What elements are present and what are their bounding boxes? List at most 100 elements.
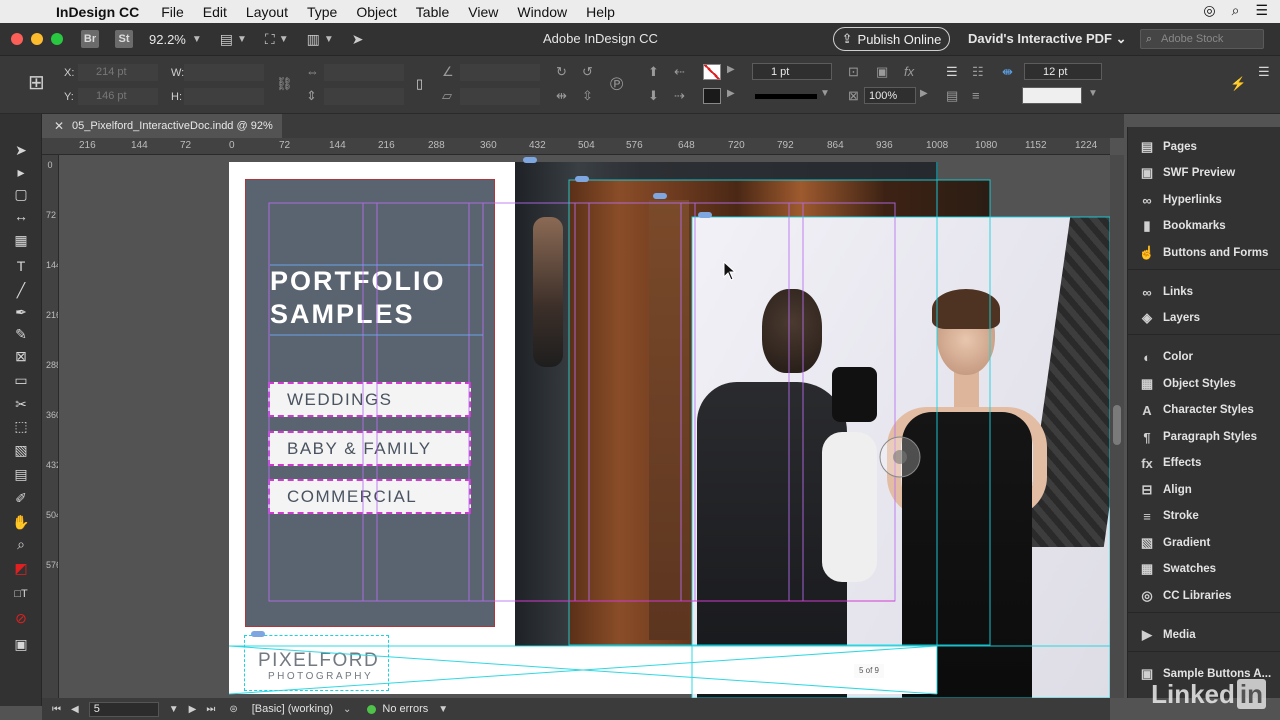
preflight-status[interactable]: No errors — [382, 703, 428, 715]
spacing-icon[interactable]: ⇼ — [1002, 64, 1013, 80]
flip-vertical-icon[interactable]: ⇳ — [582, 88, 593, 104]
type-on-path-icon[interactable]: ℗ — [610, 74, 623, 95]
menu-window[interactable]: Window — [517, 4, 567, 20]
weddings-button[interactable]: WEDDINGS — [268, 382, 471, 417]
rotation-angle-icon[interactable]: ∠ — [442, 64, 454, 80]
opacity-icon[interactable]: ⊠ — [848, 88, 859, 104]
fill-stroke-swatch-icon[interactable]: ◩ — [11, 558, 31, 578]
menu-object[interactable]: Object — [356, 4, 396, 20]
flip-horizontal-icon[interactable]: ⇹ — [556, 88, 567, 104]
style-field[interactable] — [1022, 87, 1082, 104]
panel-hyperlinks[interactable]: ∞ Hyperlinks — [1128, 187, 1280, 213]
stroke-type-preview[interactable] — [755, 94, 817, 99]
commercial-button[interactable]: COMMERCIAL — [268, 479, 471, 514]
menu-view[interactable]: View — [468, 4, 498, 20]
scissors-tool-icon[interactable]: ✂ — [11, 394, 31, 414]
notification-list-icon[interactable]: ☰ — [1255, 2, 1268, 19]
x-position-field[interactable]: 214 pt — [78, 64, 158, 81]
quick-apply-icon[interactable]: ⚡ — [1230, 76, 1246, 92]
panel-object-styles[interactable]: ▦ Object Styles — [1128, 371, 1280, 397]
stroke-weight-field[interactable]: 1 pt — [752, 63, 832, 80]
app-menu[interactable]: InDesign CC — [56, 4, 139, 20]
panel-gradient[interactable]: ▧ Gradient — [1128, 530, 1280, 556]
select-next-icon[interactable]: ⇢ — [674, 88, 685, 104]
constrain-proportions-icon[interactable]: ⛓ — [276, 76, 293, 92]
zoom-level-field[interactable]: 92.2% — [149, 32, 186, 47]
pixelford-logo[interactable]: PIXELFORD PHOTOGRAPHY — [244, 635, 389, 691]
bridge-button[interactable]: Br — [81, 30, 99, 48]
panel-media[interactable]: ▶ Media — [1128, 622, 1280, 648]
rotate-cw-icon[interactable]: ↻ — [556, 64, 567, 80]
fill-dropdown-icon[interactable]: ▶ — [727, 64, 735, 75]
scale-x-icon[interactable]: ⇔ — [306, 64, 319, 79]
close-tab-icon[interactable]: ✕ — [54, 114, 64, 138]
screen-mode-tool-icon[interactable]: ▣ — [11, 634, 31, 654]
horizontal-ruler[interactable]: 216 144 72 0 72 144 216 288 360 432 504 576 648 720 79… — [42, 138, 1110, 155]
stroke-type-dropdown-icon[interactable]: ▼ — [820, 88, 830, 99]
scale-x-field[interactable] — [324, 64, 404, 81]
menu-layout[interactable]: Layout — [246, 4, 288, 20]
arrange-documents-icon[interactable]: ▥ — [307, 31, 320, 48]
page-tool-icon[interactable]: ▢ — [11, 184, 31, 204]
minimize-window-button[interactable] — [31, 33, 43, 45]
baby-family-button[interactable]: BABY & FAMILY — [268, 431, 471, 466]
panel-bookmarks[interactable]: ▮ Bookmarks — [1128, 213, 1280, 239]
hand-tool-icon[interactable]: ✋ — [11, 512, 31, 532]
stock-button[interactable]: St — [115, 30, 133, 48]
panel-pages[interactable]: ▤ Pages — [1128, 134, 1280, 160]
eyedropper-tool-icon[interactable]: ✐ — [11, 488, 31, 508]
rotate-ccw-icon[interactable]: ↺ — [582, 64, 593, 80]
commercial-photo[interactable] — [692, 217, 1110, 698]
view-options-icon[interactable]: ▤ — [220, 31, 233, 48]
page-dropdown-icon[interactable]: ▼ — [169, 704, 179, 715]
spacing-field[interactable]: 12 pt — [1024, 63, 1102, 80]
select-content-icon[interactable]: ⬇ — [648, 88, 659, 104]
height-field[interactable] — [184, 88, 264, 105]
panel-links[interactable]: ∞ Links — [1128, 279, 1280, 305]
opacity-field[interactable]: 100% — [864, 87, 916, 104]
page-number-field[interactable]: 5 — [88, 701, 159, 717]
stroke-color-swatch[interactable] — [703, 88, 721, 104]
workspace-switcher[interactable]: David's Interactive PDF ⌄ — [968, 31, 1127, 47]
fx-effects-icon[interactable]: fx — [904, 64, 914, 79]
text-wrap-alt-icon[interactable]: ≡ — [972, 88, 980, 103]
vertical-scroll-thumb[interactable] — [1113, 405, 1121, 445]
preflight-profile[interactable]: [Basic] (working) — [252, 703, 333, 715]
document-tab[interactable]: ✕ 05_Pixelford_InteractiveDoc.indd @ 92% — [42, 114, 282, 138]
view-options-dropdown-icon[interactable]: ▼ — [237, 34, 247, 45]
panel-swatches[interactable]: ▦ Swatches — [1128, 556, 1280, 582]
panel-cc-libraries[interactable]: ◎ CC Libraries — [1128, 583, 1280, 609]
send-icon[interactable]: ➤ — [352, 31, 364, 48]
shear-field[interactable] — [460, 88, 540, 105]
vertical-ruler[interactable]: 0 72 144 216 288 360 432 504 576 — [42, 155, 59, 698]
fill-none-swatch[interactable] — [703, 64, 721, 80]
selection-tool-icon[interactable]: ➤ — [11, 140, 31, 160]
apply-none-icon[interactable]: ⊘ — [11, 608, 31, 628]
stroke-dropdown-icon[interactable]: ▶ — [727, 88, 735, 99]
screen-mode-dropdown-icon[interactable]: ▼ — [279, 34, 289, 45]
reference-point-icon[interactable]: ⊞ — [28, 70, 45, 95]
formatting-affects-container-icon[interactable]: □T — [11, 584, 31, 604]
gap-tool-icon[interactable]: ↔ — [11, 206, 31, 226]
constrain-scale-icon[interactable]: ▯ — [416, 76, 423, 92]
text-wrap-icon[interactable]: ▤ — [946, 88, 958, 104]
zoom-tool-icon[interactable]: ⌕ — [11, 534, 31, 554]
preflight-profile-dropdown-icon[interactable]: ⌄ — [343, 704, 351, 715]
arrange-dropdown-icon[interactable]: ▼ — [324, 34, 334, 45]
preflight-menu-icon[interactable]: ▼ — [438, 704, 448, 715]
panel-buttons-forms[interactable]: ☝ Buttons and Forms — [1128, 240, 1280, 266]
panel-color[interactable]: ◐ Color — [1128, 344, 1280, 370]
align-left-icon[interactable]: ☰ — [946, 64, 958, 80]
gradient-swatch-tool-icon[interactable]: ▧ — [11, 440, 31, 460]
next-page-icon[interactable]: ▶ — [189, 704, 197, 715]
fitting-icon[interactable]: ⊡ — [848, 64, 859, 80]
first-page-icon[interactable]: ⏮ — [52, 704, 61, 715]
align-center-icon[interactable]: ☷ — [972, 64, 984, 80]
panel-stroke[interactable]: ≡ Stroke — [1128, 503, 1280, 529]
rectangle-frame-tool-icon[interactable]: ⊠ — [11, 346, 31, 366]
close-window-button[interactable] — [11, 33, 23, 45]
y-position-field[interactable]: 146 pt — [78, 88, 158, 105]
note-tool-icon[interactable]: ▤ — [11, 464, 31, 484]
rectangle-tool-icon[interactable]: ▭ — [11, 370, 31, 390]
menu-table[interactable]: Table — [416, 4, 449, 20]
